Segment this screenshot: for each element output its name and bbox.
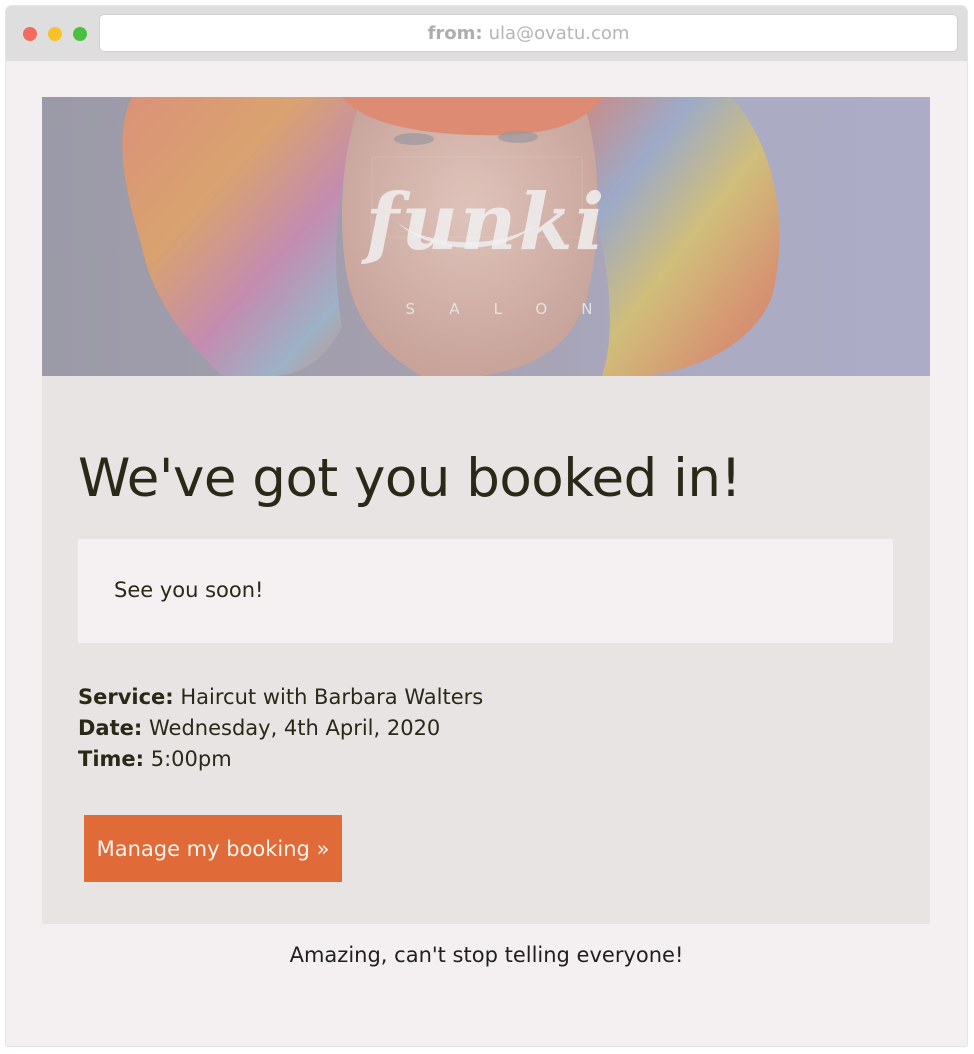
detail-label: Time: (78, 747, 145, 771)
from-label: from: (427, 22, 483, 44)
detail-value: Haircut with Barbara Walters (180, 685, 484, 709)
hero-banner-image: funki SALON (42, 97, 930, 376)
manage-booking-button[interactable]: Manage my booking » (84, 815, 342, 882)
sender-email: ula@ovatu.com (488, 22, 630, 44)
detail-value: 5:00pm (150, 747, 232, 771)
message-text: See you soon! (114, 578, 264, 602)
confirmation-headline: We've got you booked in! (78, 448, 742, 509)
sender-address-bar[interactable]: from: ula@ovatu.com (100, 15, 957, 51)
detail-label: Date: (78, 716, 143, 740)
minimize-window-button[interactable] (48, 27, 62, 41)
testimonial-text: Amazing, can't stop telling everyone! (289, 943, 684, 967)
detail-service: Service: Haircut with Barbara Walters (78, 682, 483, 713)
brand-logo-text: funki (365, 177, 607, 268)
title-bar: from: ula@ovatu.com (6, 6, 967, 61)
close-window-button[interactable] (23, 27, 37, 41)
booking-details: Service: Haircut with Barbara Walters Da… (78, 682, 483, 775)
brand-logo-subtitle: SALON (405, 300, 627, 318)
message-box: See you soon! (78, 539, 893, 643)
booking-confirmation-card: We've got you booked in! See you soon! S… (42, 376, 930, 924)
detail-label: Service: (78, 685, 174, 709)
browser-window: from: ula@ovatu.com funki SALON We've go… (6, 6, 967, 1046)
detail-date: Date: Wednesday, 4th April, 2020 (78, 713, 483, 744)
detail-value: Wednesday, 4th April, 2020 (148, 716, 441, 740)
maximize-window-button[interactable] (73, 27, 87, 41)
detail-time: Time: 5:00pm (78, 744, 483, 775)
